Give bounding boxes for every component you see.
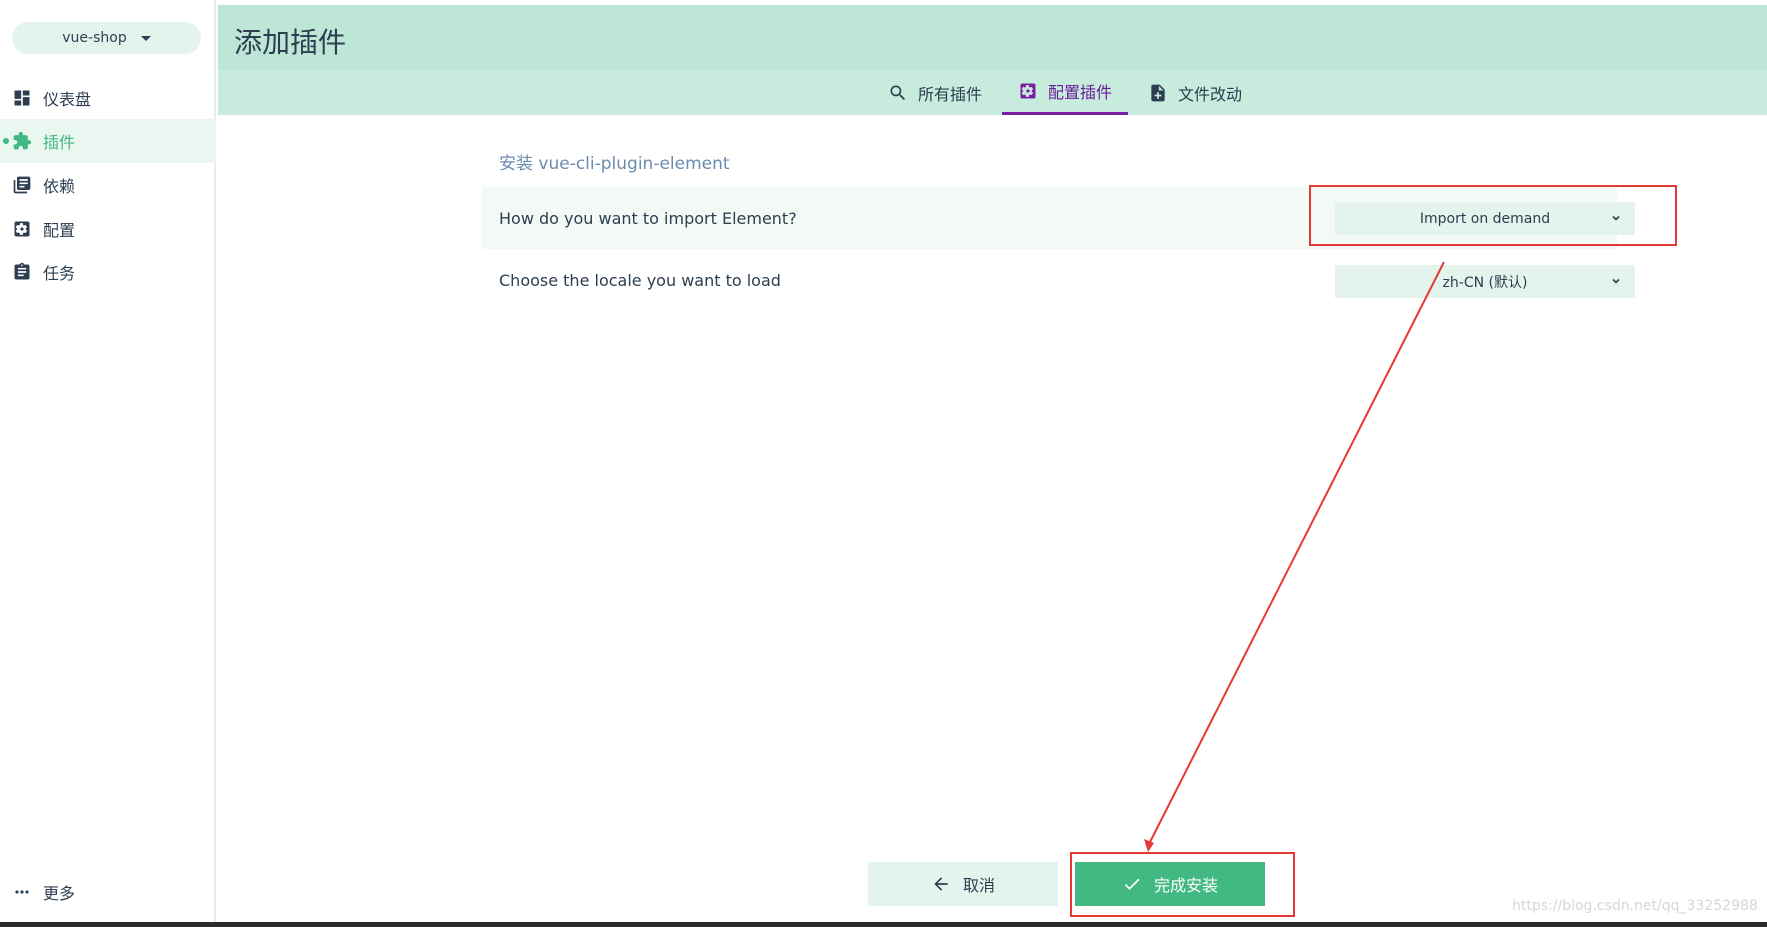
puzzle-icon: [13, 131, 32, 150]
sidebar-item-dashboard[interactable]: 仪表盘: [0, 76, 216, 120]
sidebar-item-label: 更多: [43, 884, 76, 903]
prompt-question: Choose the locale you want to load: [499, 270, 781, 290]
file-diff-icon: [1151, 84, 1165, 101]
tab-file-changes[interactable]: 文件改动: [1132, 70, 1258, 115]
window-bottom-edge: [0, 922, 1767, 927]
tab-configure-plugin[interactable]: 配置插件: [1002, 70, 1129, 115]
chevron-down-icon: [1612, 278, 1620, 284]
caret-down-icon: [140, 35, 151, 41]
sidebar-item-label: 插件: [43, 133, 76, 152]
settings-icon: [14, 221, 30, 237]
cancel-button-label: 取消: [962, 876, 995, 895]
library-books-icon: [13, 176, 31, 194]
page-title: 添加插件: [234, 26, 347, 59]
tab-bar: 所有插件 配置插件 文件改动: [218, 70, 1767, 115]
settings-icon: [1020, 83, 1036, 99]
select-value: zh-CN (默认): [1442, 274, 1528, 291]
prompt-question: How do you want to import Element?: [499, 208, 797, 228]
sidebar-item-label: 仪表盘: [43, 90, 92, 109]
locale-select[interactable]: zh-CN (默认): [1335, 265, 1635, 298]
tab-label: 所有插件: [918, 84, 983, 104]
section-title: 安装 vue-cli-plugin-element: [499, 154, 730, 174]
tab-label: 配置插件: [1048, 83, 1113, 102]
tab-label: 文件改动: [1178, 84, 1243, 104]
sidebar-item-dependencies[interactable]: 依赖: [0, 163, 216, 207]
sidebar: vue-shop 仪表盘 插件 依赖 配置 任务 更多: [0, 0, 216, 922]
arrow-back-icon: [934, 877, 948, 891]
tab-all-plugins[interactable]: 所有插件: [872, 70, 998, 115]
project-selector[interactable]: vue-shop: [12, 22, 201, 54]
sidebar-item-tasks[interactable]: 任务: [0, 250, 216, 294]
watermark: https://blog.csdn.net/qq_33252988: [1512, 898, 1758, 914]
more-horizontal-icon: [15, 890, 29, 894]
project-name: vue-shop: [62, 30, 127, 46]
sidebar-item-configuration[interactable]: 配置: [0, 207, 216, 251]
annotation-box-select: [1309, 185, 1677, 246]
assignment-icon: [14, 262, 30, 280]
active-indicator-dot: [3, 138, 9, 144]
sidebar-item-more[interactable]: 更多: [0, 870, 216, 914]
sidebar-item-label: 任务: [43, 264, 76, 283]
cancel-button[interactable]: 取消: [868, 862, 1058, 906]
sidebar-item-plugins[interactable]: 插件: [0, 119, 216, 163]
annotation-box-button: [1070, 852, 1295, 917]
sidebar-item-label: 依赖: [43, 177, 76, 196]
dashboard-icon: [14, 90, 30, 106]
sidebar-item-label: 配置: [43, 221, 76, 240]
search-icon: [890, 85, 906, 100]
page-header: 添加插件 所有插件 配置插件 文件改动: [218, 5, 1767, 115]
